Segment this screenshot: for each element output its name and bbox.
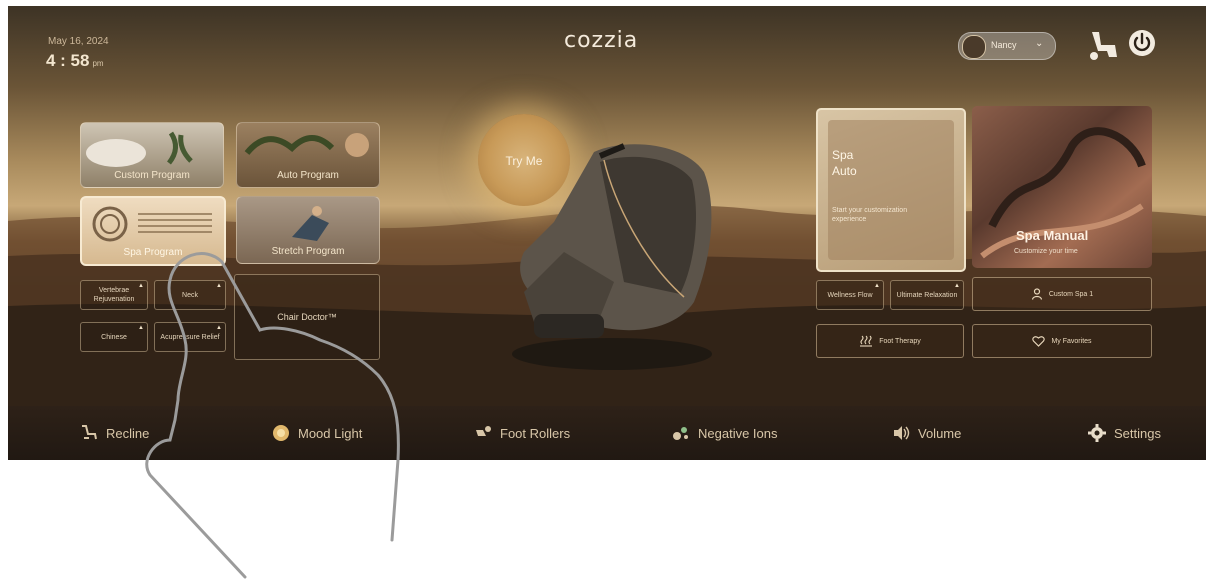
user-name: Nancy <box>991 40 1017 50</box>
spa-manual-card[interactable]: Spa Manual Customize your time <box>972 106 1152 268</box>
spa-auto-title-2: Auto <box>832 164 857 178</box>
spa-auto-inner <box>828 120 954 260</box>
power-icon[interactable] <box>1127 28 1157 58</box>
current-date: May 16, 2024 <box>48 36 109 47</box>
my-favorites-label: My Favorites <box>1051 337 1092 345</box>
info-icon: ▲ <box>138 325 144 331</box>
massage-chair-screen: May 16, 2024 4 : 58 pm cozzia Nancy ⌄ Cus… <box>8 6 1206 460</box>
chair-doctor-label: Chair Doctor™ <box>277 311 337 322</box>
custom-program-label: Custom Program <box>114 170 190 181</box>
recline-label: Recline <box>106 425 150 441</box>
volume-button[interactable]: Volume <box>892 422 961 444</box>
current-time: 4 : 58 pm <box>46 51 104 70</box>
stretch-program-tile[interactable]: Stretch Program <box>236 196 380 264</box>
spa-manual-description: Customize your time <box>1014 248 1078 255</box>
foot-rollers-label: Foot Rollers <box>500 425 571 441</box>
settings-button[interactable]: Settings <box>1088 422 1161 444</box>
ultimate-relaxation-label: Ultimate Relaxation <box>896 291 958 299</box>
negative-ions-icon <box>673 427 688 440</box>
chinese-button[interactable]: Chinese ▲ <box>80 322 148 352</box>
my-favorites-button[interactable]: My Favorites <box>972 324 1152 358</box>
negative-ions-label: Negative Ions <box>698 425 778 441</box>
person-icon <box>1031 288 1042 300</box>
spa-program-tile[interactable]: Spa Program <box>80 196 226 266</box>
foot-therapy-button[interactable]: Foot Therapy <box>816 324 964 358</box>
spa-auto-card[interactable]: Spa Auto Start your customization experi… <box>816 108 966 272</box>
info-icon: ▲ <box>954 283 960 289</box>
spa-program-label: Spa Program <box>123 247 183 258</box>
custom-spa-button[interactable]: Custom Spa 1 <box>972 277 1152 311</box>
volume-icon <box>894 426 910 440</box>
custom-spa-label: Custom Spa 1 <box>1048 290 1094 298</box>
acupressure-relief-button[interactable]: Acupressure Relief ▲ <box>154 322 226 352</box>
settings-icon <box>1088 424 1106 442</box>
info-icon: ▲ <box>138 283 144 289</box>
recline-button[interactable]: Recline <box>80 422 149 444</box>
brand-logo: cozzia <box>564 28 639 53</box>
massage-chair-image <box>512 143 712 370</box>
avatar <box>962 35 986 59</box>
spa-auto-title-1: Spa <box>832 148 854 162</box>
negative-ions-button[interactable]: Negative Ions <box>672 422 778 444</box>
chair-doctor-button[interactable]: Chair Doctor™ <box>234 274 380 360</box>
auto-program-label: Auto Program <box>277 170 339 181</box>
acupressure-label: Acupressure Relief <box>160 333 220 341</box>
auto-program-tile[interactable]: Auto Program <box>236 122 380 188</box>
neck-label: Neck <box>182 291 198 299</box>
vertebrae-rejuvenation-button[interactable]: Vertebrae Rejuvenation ▲ <box>80 280 148 310</box>
mood-light-icon <box>273 425 289 441</box>
heat-icon <box>860 335 873 347</box>
volume-label: Volume <box>918 425 962 441</box>
info-icon: ▲ <box>216 283 222 289</box>
heart-icon <box>1032 336 1046 347</box>
mood-light-button[interactable]: Mood Light <box>272 422 362 444</box>
mood-light-label: Mood Light <box>298 425 363 441</box>
info-icon: ▲ <box>874 283 880 289</box>
user-selector[interactable]: Nancy ⌄ <box>958 32 1056 60</box>
bottom-control-bar: Recline Mood Light Foot Rollers Negative… <box>8 406 1206 460</box>
wellness-flow-label: Wellness Flow <box>827 291 873 299</box>
spa-manual-image <box>980 127 1146 259</box>
chinese-label: Chinese <box>101 333 127 341</box>
foot-rollers-icon <box>476 426 491 436</box>
chair-settings-icon[interactable] <box>1086 28 1122 62</box>
neck-button[interactable]: Neck ▲ <box>154 280 226 310</box>
chevron-down-icon: ⌄ <box>1035 38 1044 49</box>
foot-therapy-label: Foot Therapy <box>879 337 921 345</box>
spa-manual-title: Spa Manual <box>1016 228 1089 243</box>
settings-label: Settings <box>1114 425 1161 441</box>
ultimate-relaxation-button[interactable]: Ultimate Relaxation ▲ <box>890 280 964 310</box>
recline-icon <box>82 425 97 440</box>
stretch-program-label: Stretch Program <box>271 246 345 257</box>
spa-auto-description: Start your customization experience <box>832 207 908 223</box>
info-icon: ▲ <box>216 325 222 331</box>
custom-program-tile[interactable]: Custom Program <box>80 122 224 188</box>
foot-rollers-button[interactable]: Foot Rollers <box>474 422 570 444</box>
wellness-flow-button[interactable]: Wellness Flow ▲ <box>816 280 884 310</box>
